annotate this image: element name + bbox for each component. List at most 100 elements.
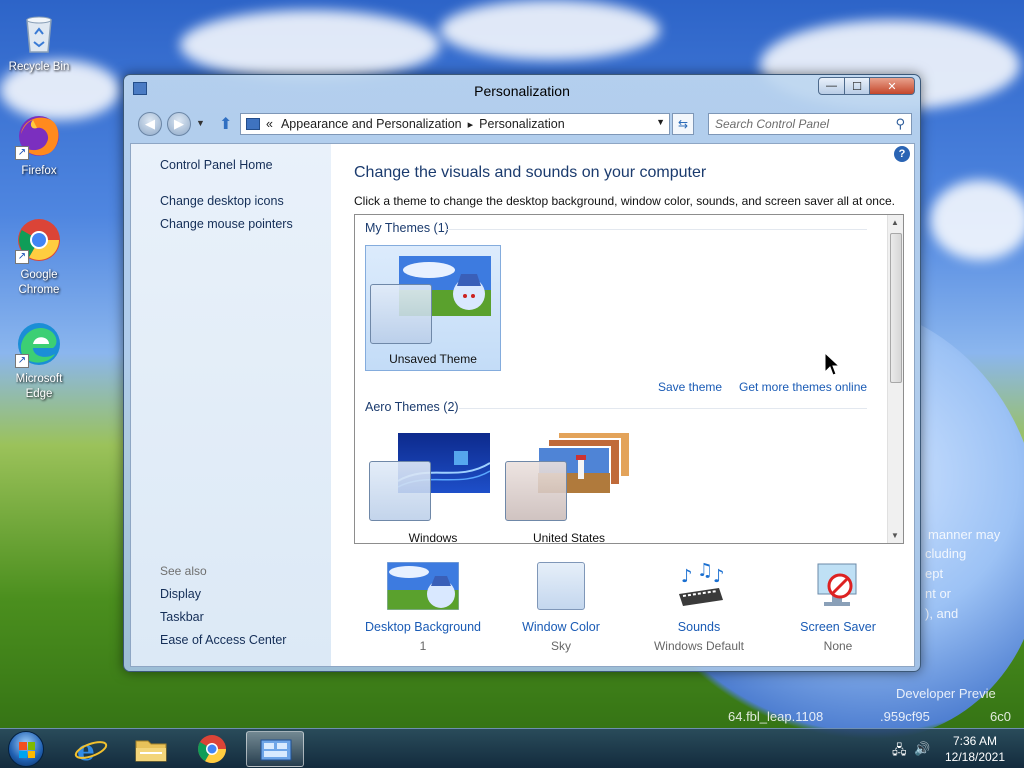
window-color-label[interactable]: Window Color <box>491 620 631 634</box>
screen-saver-setting[interactable]: Screen Saver None <box>768 562 908 653</box>
mouse-cursor-icon <box>824 352 840 376</box>
search-input[interactable] <box>709 114 879 134</box>
desktop-icon-google-chrome[interactable]: ↗ Google Chrome <box>1 216 77 298</box>
theme-windows[interactable]: Windows <box>365 423 501 544</box>
theme-name: Windows <box>408 531 458 544</box>
group-divider <box>459 408 867 409</box>
forward-button[interactable]: ▶ <box>167 112 191 136</box>
taskbar-link[interactable]: Taskbar <box>160 610 204 624</box>
desktop-icon-microsoft-edge[interactable]: ↗ Microsoft Edge <box>1 320 77 402</box>
start-button[interactable] <box>8 731 44 767</box>
up-arrow-icon[interactable]: ⬆ <box>219 114 232 134</box>
shortcut-arrow-icon: ↗ <box>15 354 29 368</box>
breadcrumb-separator-icon[interactable]: ▸ <box>468 118 474 131</box>
control-panel-icon <box>260 739 292 761</box>
theme-list-scrollbar[interactable]: ▲ ▼ <box>887 215 903 543</box>
desktop-background-icon <box>386 561 460 611</box>
scroll-up-icon[interactable]: ▲ <box>891 218 899 227</box>
desktop-icon-label: Recycle Bin <box>8 61 70 73</box>
control-panel-home-link[interactable]: Control Panel Home <box>160 158 273 172</box>
page-subtitle: Click a theme to change the desktop back… <box>354 194 895 208</box>
window-color-value: Sky <box>550 639 571 653</box>
change-mouse-pointers-link[interactable]: Change mouse pointers <box>160 217 293 231</box>
cloud <box>930 180 1024 260</box>
clock-time: 7:36 AM <box>952 734 998 748</box>
minimize-button[interactable]: — <box>818 77 845 95</box>
recent-pages-dropdown-icon[interactable]: ▼ <box>196 118 205 128</box>
caption-buttons: — ☐ ✕ <box>818 77 915 95</box>
taskbar-file-explorer[interactable] <box>122 731 180 767</box>
theme-unsaved[interactable]: Unsaved Theme <box>365 245 501 371</box>
watermark-text: 64.fbl_leap.1108 <box>728 709 824 724</box>
search-icon[interactable]: ⚲ <box>895 116 905 132</box>
back-button[interactable]: ◀ <box>138 112 162 136</box>
see-also-label: See also <box>160 564 207 578</box>
scroll-down-icon[interactable]: ▼ <box>891 531 899 540</box>
my-themes-group-label: My Themes (1) <box>365 221 449 235</box>
title-bar[interactable]: Personalization — ☐ ✕ <box>124 75 920 105</box>
watermark-text: .959cf95 <box>880 709 930 724</box>
refresh-button[interactable]: ⇆ <box>672 113 694 135</box>
ease-of-access-center-link[interactable]: Ease of Access Center <box>160 633 286 647</box>
internet-explorer-icon: e <box>74 734 108 767</box>
edge-icon: ↗ <box>15 320 63 368</box>
address-dropdown-icon[interactable]: ▼ <box>656 117 665 127</box>
breadcrumb-appearance-and-personalization[interactable]: Appearance and Personalization <box>281 117 462 131</box>
shortcut-arrow-icon: ↗ <box>15 146 29 160</box>
window-color-icon <box>525 562 597 610</box>
theme-list[interactable]: My Themes (1) Unsaved Theme Save theme G… <box>354 214 904 544</box>
taskbar: e 🖧 🔊 7:36 AM 12/18/2021 <box>0 728 1024 768</box>
sounds-setting[interactable]: ♪ ♫ ♪ Sounds Windows Default <box>629 560 769 653</box>
theme-united-states[interactable]: United States <box>501 423 637 543</box>
change-desktop-icons-link[interactable]: Change desktop icons <box>160 194 284 208</box>
screen-saver-label[interactable]: Screen Saver <box>768 620 908 634</box>
watermark-text: cluding <box>925 546 967 561</box>
close-button[interactable]: ✕ <box>870 77 915 95</box>
volume-icon[interactable]: 🔊 <box>914 741 930 757</box>
network-icon[interactable]: 🖧 <box>892 741 907 763</box>
file-explorer-icon <box>135 740 167 762</box>
address-bar[interactable]: « Appearance and Personalization ▸ Perso… <box>240 113 670 135</box>
aero-themes-group-label: Aero Themes (2) <box>365 400 459 414</box>
window-title: Personalization <box>474 83 570 99</box>
personalization-window: Personalization — ☐ ✕ ◀ ▶ ▼ ⬆ « Appearan… <box>123 74 921 672</box>
cloud <box>440 0 660 60</box>
watermark-text: manner may <box>928 527 1001 542</box>
search-box: ⚲ <box>708 113 912 135</box>
breadcrumb-personalization[interactable]: Personalization <box>479 117 564 131</box>
recycle-bin-icon <box>15 8 63 56</box>
theme-window-color-preview <box>370 284 432 344</box>
sounds-value: Windows Default <box>653 639 745 653</box>
get-more-themes-online-link[interactable]: Get more themes online <box>739 380 867 394</box>
desktop-icon-recycle-bin[interactable]: Recycle Bin <box>1 8 77 75</box>
svg-text:♪: ♪ <box>681 566 693 587</box>
display-link[interactable]: Display <box>160 587 201 601</box>
watermark-text: Developer Previe <box>896 686 996 701</box>
scrollbar-thumb[interactable] <box>890 233 902 383</box>
desktop-icon-firefox[interactable]: ↗ Firefox <box>1 112 77 179</box>
theme-window-color-preview <box>369 461 431 521</box>
firefox-icon: ↗ <box>15 112 63 160</box>
taskbar-google-chrome[interactable] <box>183 731 241 767</box>
desktop-background-setting[interactable]: Desktop Background 1 <box>353 561 493 653</box>
system-clock[interactable]: 7:36 AM 12/18/2021 <box>935 733 1015 765</box>
save-theme-link[interactable]: Save theme <box>658 380 722 394</box>
clock-date: 12/18/2021 <box>944 750 1006 764</box>
desktop-background-label[interactable]: Desktop Background <box>353 620 493 634</box>
screen-saver-icon <box>802 562 874 610</box>
screen-saver-value: None <box>823 639 853 653</box>
maximize-button[interactable]: ☐ <box>845 77 870 95</box>
sounds-label[interactable]: Sounds <box>629 620 769 634</box>
taskbar-control-panel[interactable] <box>246 731 304 767</box>
content-area: Control Panel Home Change desktop icons … <box>130 143 915 667</box>
window-color-setting[interactable]: Window Color Sky <box>491 562 631 653</box>
help-icon[interactable]: ? <box>894 146 910 162</box>
svg-text:♫: ♫ <box>697 562 713 581</box>
control-panel-icon <box>246 118 260 130</box>
sounds-icon: ♪ ♫ ♪ <box>663 560 735 610</box>
desktop-icon-label: Firefox <box>21 165 57 177</box>
breadcrumb-overflow-chevron[interactable]: « <box>266 117 273 131</box>
left-navigation-pane: Control Panel Home Change desktop icons … <box>131 144 331 666</box>
desktop-icon-label: Google Chrome <box>18 269 60 296</box>
taskbar-internet-explorer[interactable]: e <box>62 731 120 767</box>
